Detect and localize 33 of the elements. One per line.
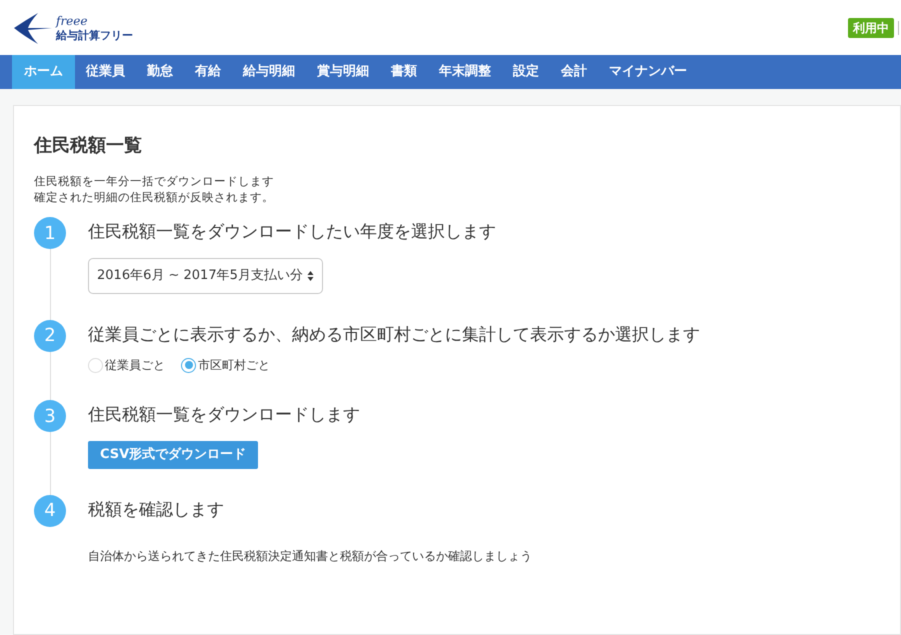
radio-option[interactable]: 市区町村ごと — [181, 356, 270, 374]
step-number: 1 — [34, 217, 66, 249]
nav-tab[interactable]: マイナンバー — [598, 55, 698, 89]
csv-download-button[interactable]: CSV形式でダウンロード — [88, 440, 258, 468]
nav-tab[interactable]: 勤怠 — [136, 55, 184, 89]
year-select[interactable]: 2016年6月 ~ 2017年5月支払い分 — [88, 258, 323, 294]
nav-tab[interactable]: 書類 — [380, 55, 428, 89]
nav-tab[interactable]: 設定 — [502, 55, 550, 89]
sort-arrows-icon — [306, 270, 314, 282]
description-text: 住民税額を一年分一括でダウンロードします — [34, 173, 275, 189]
nav-tab[interactable]: 賞与明細 — [306, 55, 380, 89]
check-instruction: 自治体から送られてきた住民税額決定通知書と税額が合っているか確認しましょう — [88, 548, 532, 565]
page-title: 住民税額一覧 — [34, 134, 143, 158]
step-heading: 税額を確認します — [88, 498, 224, 522]
status-badge: 利用中 — [848, 18, 894, 38]
logo-name: 給与計算フリー — [56, 30, 133, 40]
radio-button[interactable] — [181, 358, 196, 372]
nav-tab[interactable]: 従業員 — [75, 55, 136, 89]
logo[interactable]: freee 給与計算フリー — [12, 10, 133, 46]
nav-tab[interactable]: 有給 — [184, 55, 232, 89]
step-number: 3 — [34, 400, 66, 432]
step-heading: 従業員ごとに表示するか、納める市区町村ごとに集計して表示するか選択します — [88, 324, 700, 346]
step-heading: 住民税額一覧をダウンロードします — [88, 404, 360, 427]
nav-tab[interactable]: 年末調整 — [428, 55, 502, 89]
step-heading: 住民税額一覧をダウンロードしたい年度を選択します — [88, 221, 496, 244]
description-text: 確定された明細の住民税額が反映されます。 — [34, 189, 275, 205]
step-number: 4 — [34, 494, 66, 526]
nav-tab[interactable]: 会計 — [550, 55, 598, 89]
logo-script: freee — [56, 14, 88, 26]
step-number: 2 — [34, 320, 66, 352]
nav-tab[interactable]: 給与明細 — [232, 55, 306, 89]
nav-tab[interactable]: ホーム — [12, 55, 75, 89]
radio-option[interactable]: 従業員ごと — [88, 356, 165, 374]
